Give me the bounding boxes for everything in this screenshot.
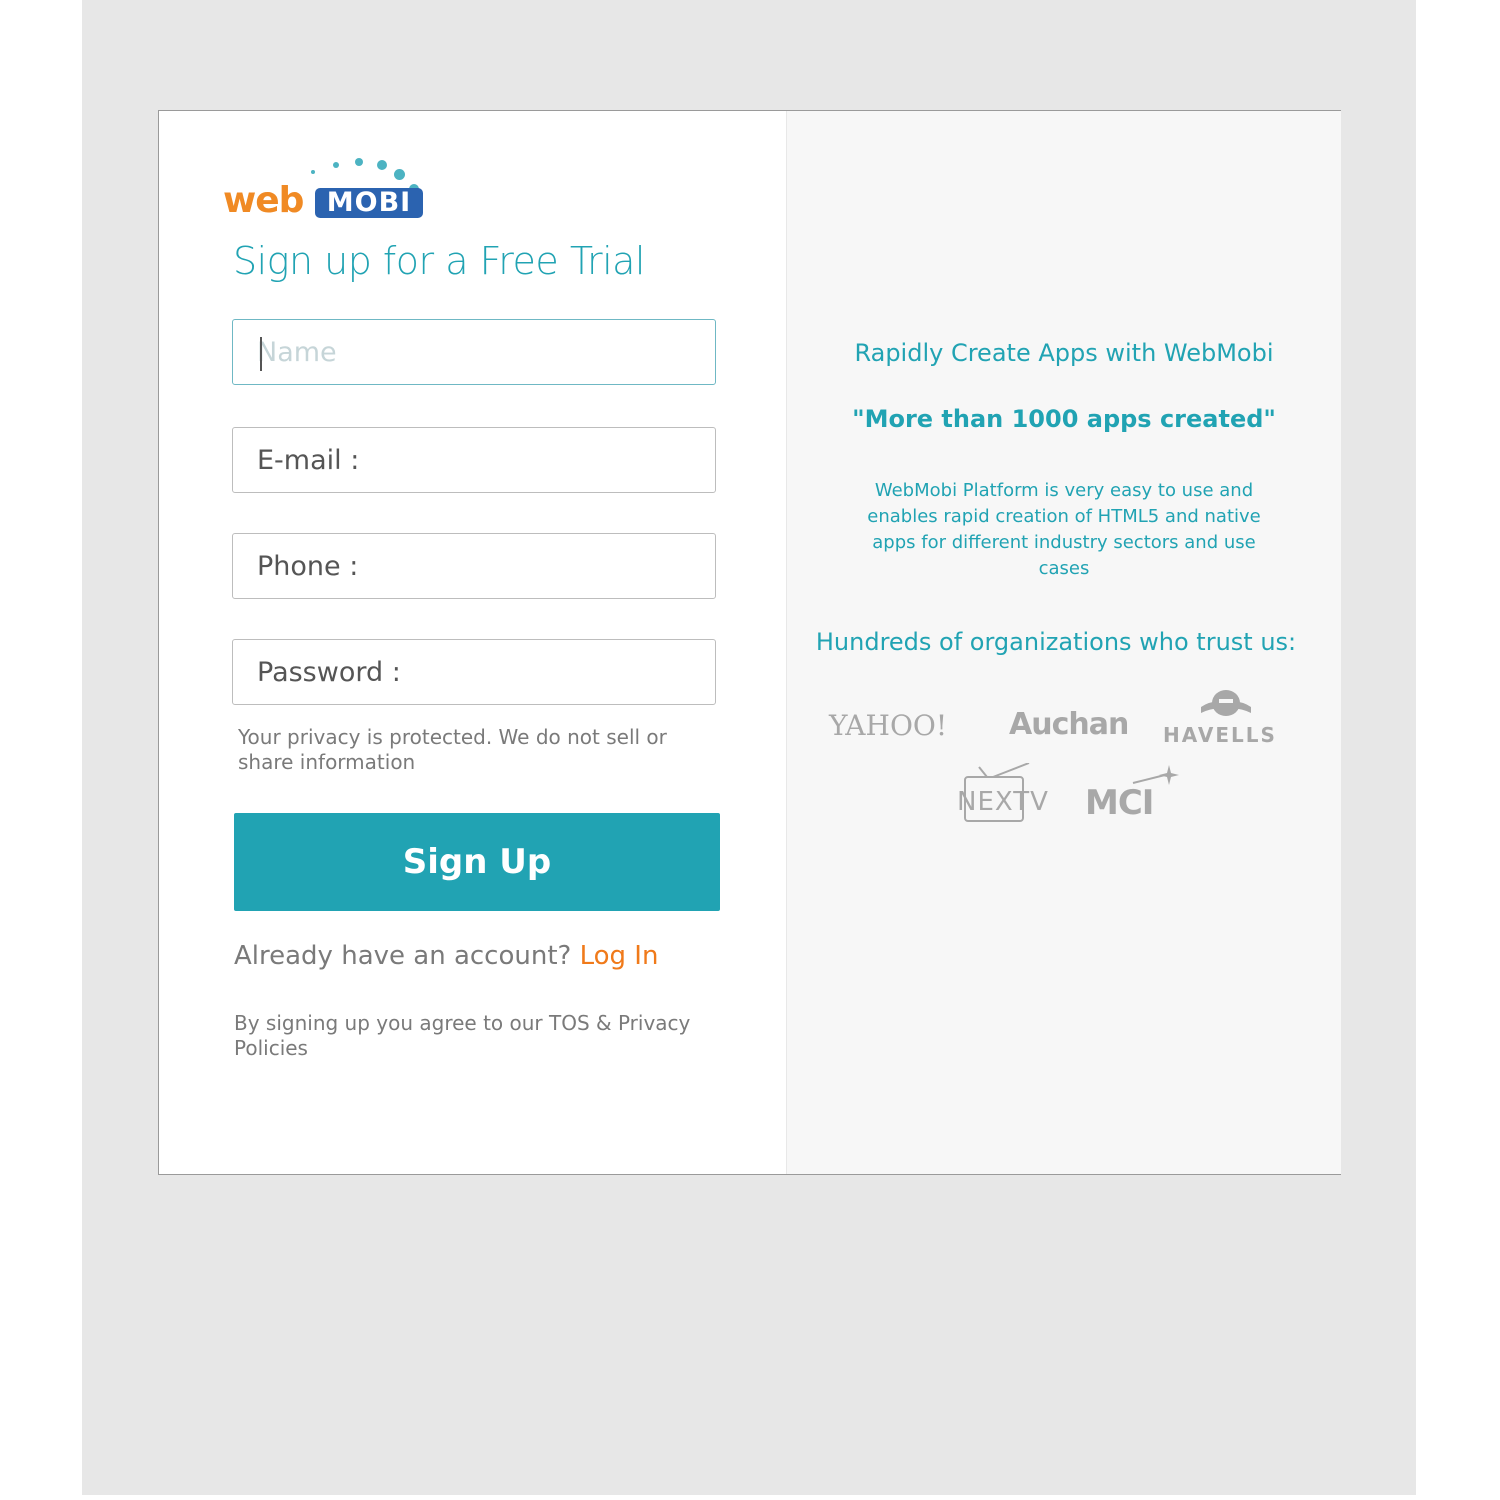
logo-dot	[394, 169, 405, 180]
page-title: Sign up for a Free Trial	[233, 239, 646, 283]
logo-dot	[333, 162, 339, 168]
name-input[interactable]	[233, 320, 715, 384]
havells-emblem-icon	[1199, 689, 1253, 723]
login-prompt: Already have an account? Log In	[234, 941, 658, 971]
signup-card: web MOBI Sign up for a Free Trial Your p…	[158, 110, 1341, 1175]
logo-web-text: web	[223, 180, 304, 221]
brand-logo-yahoo: YAHOO!	[829, 709, 948, 742]
email-input[interactable]	[233, 428, 715, 492]
signup-form-pane: web MOBI Sign up for a Free Trial Your p…	[159, 111, 786, 1174]
brand-logo-mci: MCI	[1085, 783, 1154, 823]
promo-pane: Rapidly Create Apps with WebMobi "More t…	[786, 111, 1341, 1174]
login-prompt-text: Already have an account?	[234, 941, 572, 971]
sign-up-button[interactable]: Sign Up	[234, 813, 720, 911]
promo-headline: Rapidly Create Apps with WebMobi	[854, 339, 1274, 367]
name-field	[232, 319, 716, 385]
brand-logo-nextv: NEXTV	[957, 787, 1049, 817]
privacy-note: Your privacy is protected. We do not sel…	[238, 725, 667, 774]
trust-heading: Hundreds of organizations who trust us:	[815, 628, 1297, 656]
text-cursor	[260, 337, 262, 371]
phone-input[interactable]	[233, 534, 715, 598]
log-in-link[interactable]: Log In	[580, 941, 659, 971]
brand-logo-havells: HAVELLS	[1163, 723, 1277, 747]
logo-dot	[355, 158, 363, 166]
phone-field	[232, 533, 716, 599]
tos-notice: By signing up you agree to our TOS & Pri…	[234, 1011, 691, 1060]
webmobi-logo: web MOBI	[223, 147, 433, 223]
promo-quote: "More than 1000 apps created"	[852, 405, 1276, 433]
password-input[interactable]	[233, 640, 715, 704]
logo-mobi-text: MOBI	[315, 188, 423, 218]
brand-logo-auchan: Auchan	[1009, 707, 1129, 742]
logo-dot	[377, 160, 387, 170]
promo-description: WebMobi Platform is very easy to use and…	[867, 480, 1261, 579]
password-field	[232, 639, 716, 705]
logo-dot	[311, 170, 315, 174]
email-field	[232, 427, 716, 493]
